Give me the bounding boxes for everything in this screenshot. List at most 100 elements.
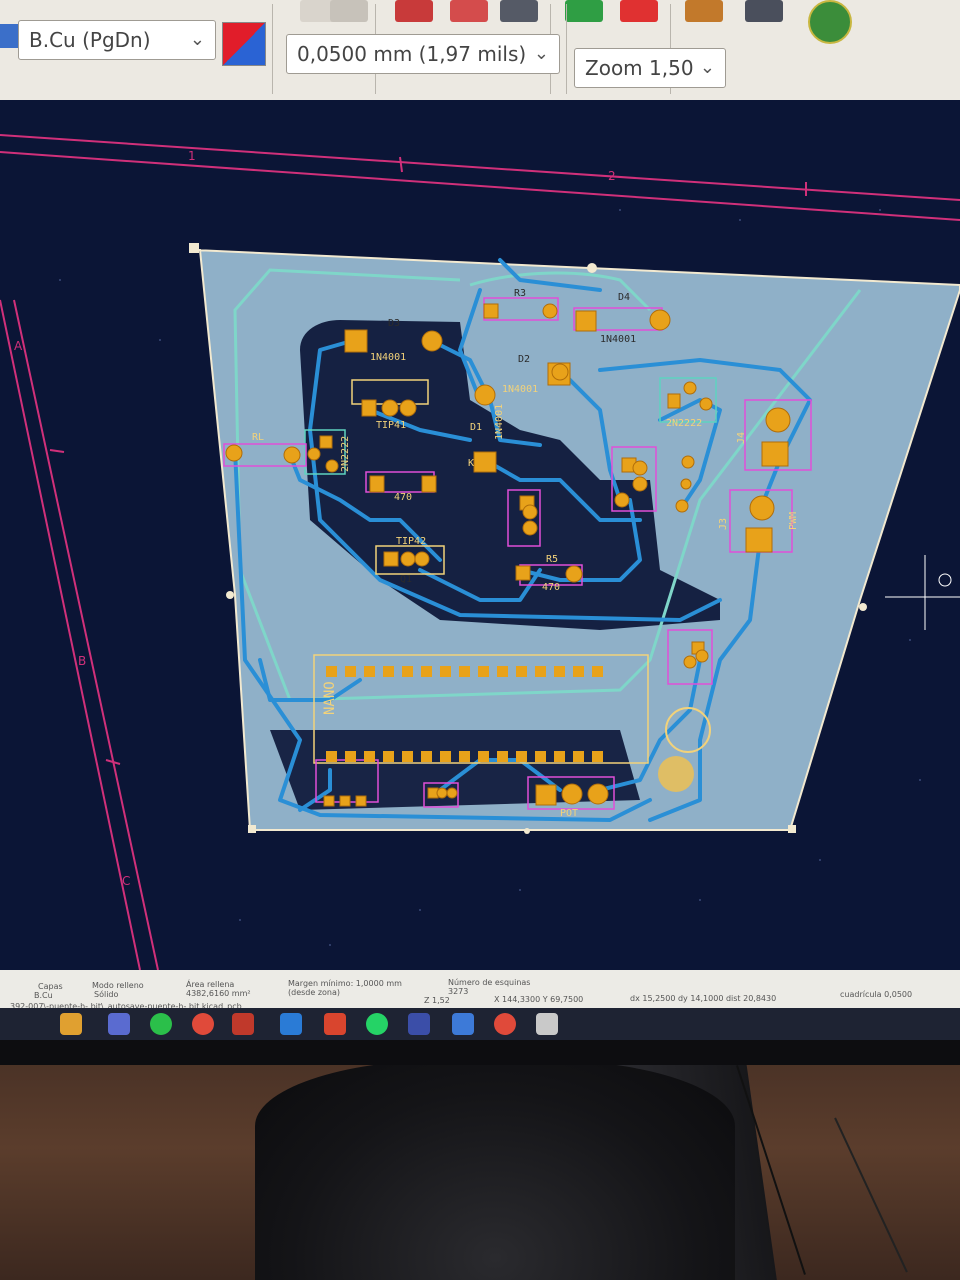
sheet-row-label: C bbox=[122, 874, 130, 888]
nano-pin-pad[interactable] bbox=[364, 751, 375, 762]
capacitor-body bbox=[658, 756, 694, 792]
zoom-select[interactable]: Zoom 1,50 ⌄ bbox=[574, 48, 726, 88]
app-icon[interactable] bbox=[150, 1013, 172, 1035]
plugin-logo-icon[interactable] bbox=[808, 0, 852, 44]
chevron-down-icon: ⌄ bbox=[189, 29, 205, 50]
layer-stack-icon[interactable] bbox=[500, 0, 538, 22]
sheet-column-label: 2 bbox=[608, 169, 616, 183]
nano-pin-pad[interactable] bbox=[554, 751, 565, 762]
value-d1: 1N4001 bbox=[494, 404, 505, 440]
ref-d3: D3 bbox=[388, 318, 400, 329]
value-2n2222-a: 2N2222 bbox=[340, 436, 351, 472]
nano-pin-pad[interactable] bbox=[554, 666, 565, 677]
nano-pin-pad[interactable] bbox=[459, 751, 470, 762]
nano-pin-pad[interactable] bbox=[497, 666, 508, 677]
file-explorer-icon[interactable] bbox=[60, 1013, 82, 1035]
check-icon[interactable] bbox=[620, 0, 658, 22]
ref-d2: D2 bbox=[518, 354, 530, 365]
nano-pin-pad[interactable] bbox=[478, 751, 489, 762]
toolbar-icon[interactable] bbox=[330, 0, 368, 22]
layer-color-icon bbox=[0, 24, 18, 48]
ref-j3: J3 bbox=[718, 518, 729, 530]
status-zoom: Z 1,52 bbox=[424, 996, 450, 1005]
kicad-icon[interactable] bbox=[408, 1013, 430, 1035]
toolbar-separator bbox=[272, 4, 273, 94]
zoom-select-value: Zoom 1,50 bbox=[585, 56, 694, 80]
nano-pin-pad[interactable] bbox=[592, 751, 603, 762]
nano-pin-pad[interactable] bbox=[516, 751, 527, 762]
crosshair-cursor-icon bbox=[885, 555, 960, 630]
pcb-drawing[interactable]: 1 2 A B C D3 1N4001 R3 D4 1N4001 D2 1N40… bbox=[0, 100, 960, 970]
nano-pin-pad[interactable] bbox=[497, 751, 508, 762]
nano-pin-pad[interactable] bbox=[573, 751, 584, 762]
update-pcb-icon[interactable] bbox=[565, 0, 603, 22]
status-modo-label: Modo relleno bbox=[92, 981, 144, 990]
screen: B.Cu (PgDn) ⌄ 0,0500 mm (1,97 mils) ⌄ Zo… bbox=[0, 0, 960, 1040]
app-icon[interactable] bbox=[452, 1013, 474, 1035]
value-tip42: TIP42 bbox=[396, 536, 426, 547]
nano-pin-pad[interactable] bbox=[516, 666, 527, 677]
nano-pin-pad[interactable] bbox=[345, 751, 356, 762]
layer-select[interactable]: B.Cu (PgDn) ⌄ bbox=[18, 20, 216, 60]
value-2n2222-b: 2N2222 bbox=[666, 418, 702, 429]
app-icon[interactable] bbox=[108, 1013, 130, 1035]
chrome-icon[interactable] bbox=[192, 1013, 214, 1035]
nano-pin-pad[interactable] bbox=[440, 666, 451, 677]
ref-d4: D4 bbox=[618, 292, 630, 303]
value-pwm: PWM bbox=[788, 512, 799, 530]
nano-pin-pad[interactable] bbox=[459, 666, 470, 677]
nano-pin-pad[interactable] bbox=[402, 751, 413, 762]
nano-pin-pad[interactable] bbox=[326, 751, 337, 762]
status-delta: dx 15,2500 dy 14,1000 dist 20,8430 bbox=[630, 994, 777, 1003]
value-d3: 1N4001 bbox=[370, 352, 406, 363]
sheet-row-label: A bbox=[14, 339, 23, 353]
layer-pair-icon[interactable] bbox=[222, 22, 266, 66]
grid-select-value: 0,0500 mm (1,97 mils) bbox=[297, 42, 527, 66]
inspect-icon[interactable] bbox=[450, 0, 488, 22]
status-area-label: Área rellena bbox=[186, 980, 235, 989]
status-esquinas-label: Número de esquinas bbox=[448, 978, 531, 987]
nano-pin-pad[interactable] bbox=[326, 666, 337, 677]
status-area-value: 4382,6160 mm² bbox=[186, 989, 251, 998]
nano-pin-pad[interactable] bbox=[421, 666, 432, 677]
nano-pin-pad[interactable] bbox=[535, 751, 546, 762]
vscode-icon[interactable] bbox=[280, 1013, 302, 1035]
monitor-stand-base bbox=[255, 1060, 735, 1280]
whatsapp-icon[interactable] bbox=[366, 1013, 388, 1035]
layer-select-value: B.Cu (PgDn) bbox=[29, 28, 151, 52]
nano-pin-pad[interactable] bbox=[478, 666, 489, 677]
nano-pin-pad[interactable] bbox=[535, 666, 546, 677]
value-nano: NANO bbox=[322, 681, 338, 715]
chrome-icon[interactable] bbox=[494, 1013, 516, 1035]
nano-pin-pad[interactable] bbox=[345, 666, 356, 677]
status-margen-label: Margen mínimo: 1,0000 mm bbox=[288, 979, 402, 988]
value-tip41: TIP41 bbox=[376, 420, 406, 431]
nano-pin-pad[interactable] bbox=[421, 751, 432, 762]
ref-q1: Q1 bbox=[400, 574, 412, 585]
pad-label-k: K bbox=[468, 458, 474, 469]
nano-pin-pad[interactable] bbox=[383, 751, 394, 762]
status-cursor-xy: X 144,3300 Y 69,7500 bbox=[494, 995, 584, 1004]
grid-select[interactable]: 0,0500 mm (1,97 mils) ⌄ bbox=[286, 34, 560, 74]
status-esquinas-value: 3273 bbox=[448, 987, 469, 996]
app-icon[interactable] bbox=[232, 1013, 254, 1035]
value-d4: 1N4001 bbox=[600, 334, 636, 345]
monitor: B.Cu (PgDn) ⌄ 0,0500 mm (1,97 mils) ⌄ Zo… bbox=[0, 0, 960, 1065]
sheet-column-label: 1 bbox=[188, 149, 196, 163]
toolbar-separator bbox=[566, 4, 567, 94]
ref-r3: R3 bbox=[514, 288, 526, 299]
app-icon[interactable] bbox=[536, 1013, 558, 1035]
status-grid: cuadrícula 0,0500 bbox=[840, 990, 913, 999]
scripting-console-icon[interactable] bbox=[745, 0, 783, 22]
nano-pin-pad[interactable] bbox=[402, 666, 413, 677]
drc-icon[interactable] bbox=[395, 0, 433, 22]
app-icon[interactable] bbox=[324, 1013, 346, 1035]
nano-pin-pad[interactable] bbox=[440, 751, 451, 762]
nano-pin-pad[interactable] bbox=[573, 666, 584, 677]
nano-pin-pad[interactable] bbox=[592, 666, 603, 677]
ref-d1: D1 bbox=[470, 422, 482, 433]
nano-pin-pad[interactable] bbox=[383, 666, 394, 677]
value-470: 470 bbox=[394, 492, 412, 503]
nano-pin-pad[interactable] bbox=[364, 666, 375, 677]
route-icon[interactable] bbox=[685, 0, 723, 22]
